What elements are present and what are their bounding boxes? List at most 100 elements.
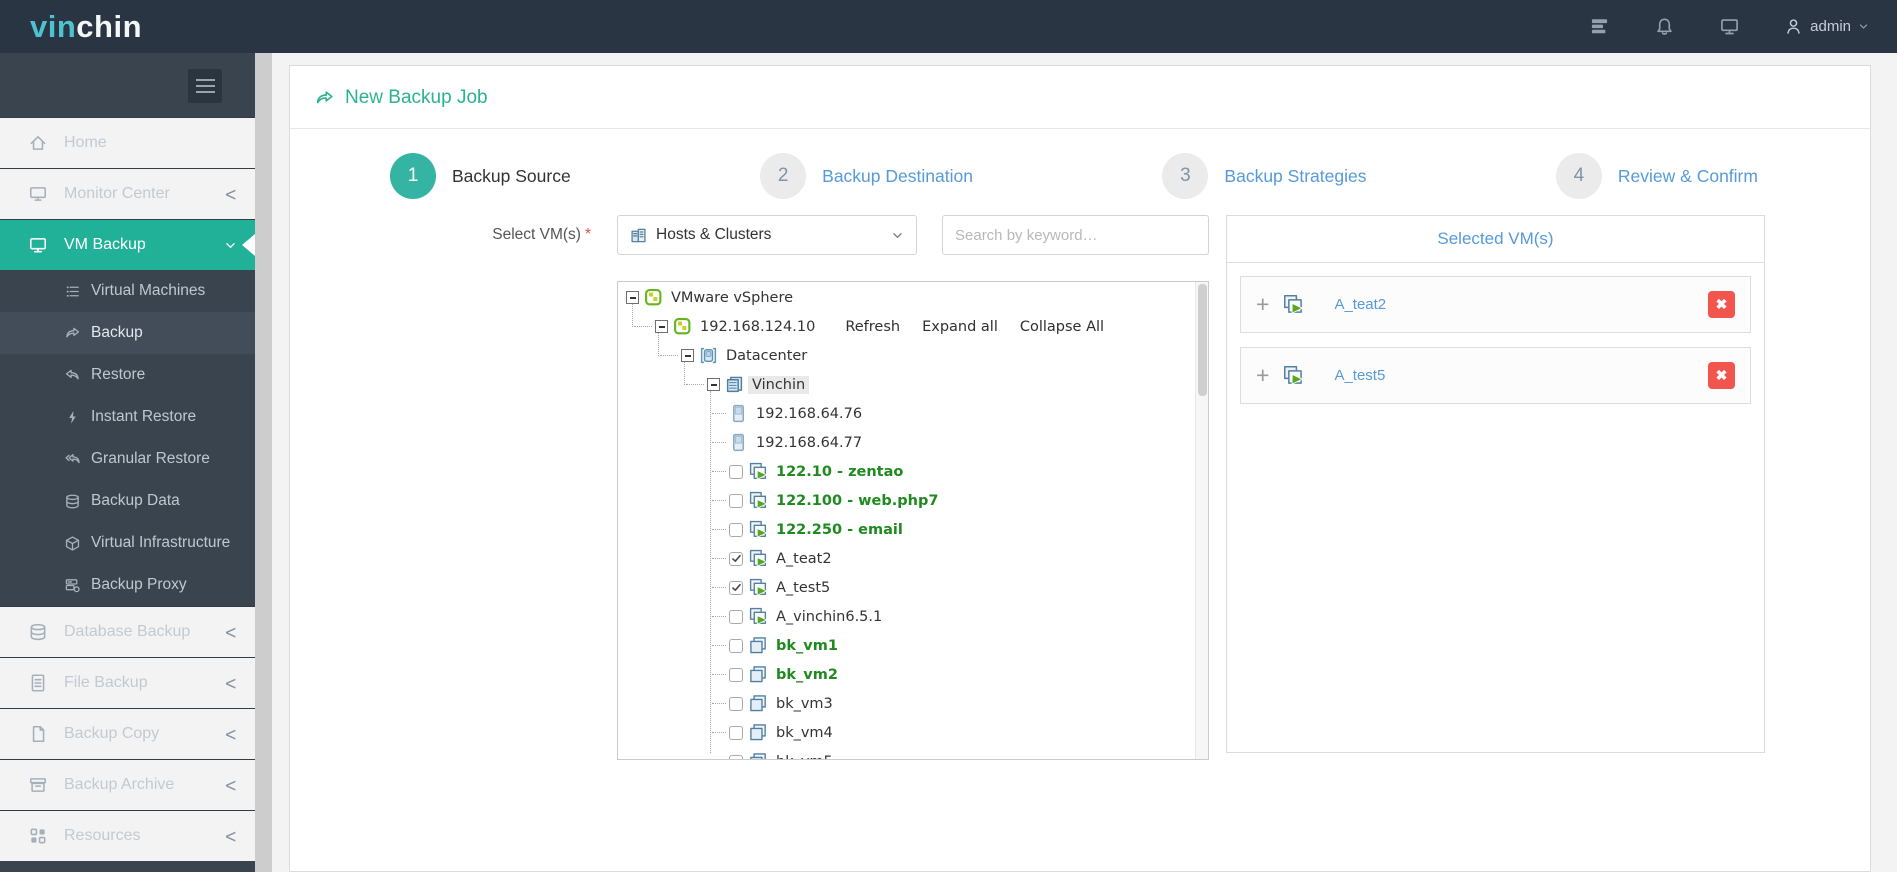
sidebar-item-virtual-infrastructure[interactable]: Virtual Infrastructure [0,522,255,564]
user-menu[interactable]: admin [1784,17,1869,36]
host-icon [729,404,748,423]
vm-checkbox[interactable] [729,464,743,479]
sidebar-item-resources[interactable]: Resources < [0,810,255,861]
tree-node-label[interactable]: bk_vm2 [772,666,842,684]
tree-guide [684,362,685,385]
tree-scrollbar[interactable] [1195,282,1208,759]
sidebar-item-label: Instant Restore [91,408,197,425]
vm-checkbox[interactable] [729,580,743,595]
sidebar-item-instant-restore[interactable]: Instant Restore [0,396,255,438]
vm-checkbox[interactable] [729,551,743,566]
vm-running-icon [749,462,768,481]
sidebar: Home Monitor Center < VM Backup Virtual Mach… [0,53,255,872]
vm-checkbox[interactable] [729,522,743,537]
vm-checkbox[interactable] [729,725,743,740]
wizard-step-1[interactable]: 1 Backup Source [390,153,571,199]
sidebar-collapse-button[interactable] [188,69,222,103]
view-type-select[interactable]: Hosts & Clusters [617,215,917,255]
tree-node-label[interactable]: bk_vm4 [772,724,837,742]
expand-all-link[interactable]: Expand all [922,319,998,335]
refresh-link[interactable]: Refresh [845,319,900,335]
card-header: New Backup Job [290,66,1870,129]
sidebar-item-vm-backup[interactable]: VM Backup [0,219,255,270]
vm-checkbox[interactable] [729,609,743,624]
sidebar-item-backup-copy[interactable]: Backup Copy < [0,708,255,759]
plus-icon[interactable]: + [1256,293,1269,316]
vm-checkbox[interactable] [729,638,743,653]
tree-node-label[interactable]: 192.168.64.76 [752,405,866,423]
share-arrow-icon [314,88,335,109]
tree-node-label[interactable]: 122.100 - web.php7 [772,492,942,510]
step-number: 4 [1555,153,1602,199]
collapse-all-link[interactable]: Collapse All [1020,319,1104,335]
expand-toggle[interactable] [655,320,668,333]
sidebar-item-home[interactable]: Home [0,117,255,168]
tree-node-label[interactable]: 192.168.64.77 [752,434,866,452]
sidebar-item-restore[interactable]: Restore [0,354,255,396]
wizard-step-3[interactable]: 3 Backup Strategies [1162,153,1366,199]
wizard-step-2[interactable]: 2 Backup Destination [760,153,973,199]
tree-node-label[interactable]: A_test5 [772,579,834,597]
vsphere-icon [673,317,692,336]
screen-icon [28,235,48,255]
chevron-left-icon: < [224,824,237,848]
chevron-down-icon [891,229,904,242]
sidebar-item-backup[interactable]: Backup [0,312,255,354]
tree-actions: Refresh Expand all Collapse All [845,319,1104,335]
vm-stopped-icon [749,665,768,684]
sidebar-item-backup-archive[interactable]: Backup Archive < [0,759,255,810]
search-input[interactable] [942,215,1209,255]
notification-bell-icon[interactable] [1654,16,1675,37]
expand-toggle[interactable] [681,349,694,362]
tree-node-label[interactable]: Vinchin [748,375,810,394]
vsphere-icon [644,288,663,307]
storage-icon[interactable] [1589,16,1610,37]
vm-running-icon [749,578,768,597]
tree-connector [712,558,726,559]
tree-node-label[interactable]: VMware vSphere [667,289,797,307]
remove-vm-button[interactable]: ✖ [1708,362,1735,389]
tree-connector [712,587,726,588]
sidebar-item-backup-data[interactable]: Backup Data [0,480,255,522]
vm-checkbox[interactable] [729,667,743,682]
remove-vm-button[interactable]: ✖ [1708,291,1735,318]
tree-node-label[interactable]: A_vinchin6.5.1 [772,608,886,626]
tree-node-label[interactable]: 192.168.124.10 [696,318,819,336]
tree-node-label[interactable]: bk_vm3 [772,695,837,713]
selected-vm-name: A_teat2 [1334,296,1387,313]
tree-row: A_test5 [618,573,1208,602]
console-screen-icon[interactable] [1719,16,1740,37]
wizard-step-4[interactable]: 4 Review & Confirm [1555,153,1758,199]
sidebar-item-granular-restore[interactable]: Granular Restore [0,438,255,480]
sidebar-item-label: Virtual Infrastructure [91,534,231,551]
tree-node-label[interactable]: A_teat2 [772,550,836,568]
sidebar-item-database-backup[interactable]: Database Backup < [0,606,255,657]
chevron-left-icon: < [224,182,237,206]
vm-checkbox[interactable] [729,493,743,508]
tree-node-label[interactable]: 122.250 - email [772,521,907,539]
tree-node-label[interactable]: bk_vm5 [772,753,837,760]
vm-checkbox[interactable] [729,696,743,711]
sidebar-item-label: Backup Copy [64,725,160,742]
vm-checkbox[interactable] [729,754,743,759]
sidebar-item-file-backup[interactable]: File Backup < [0,657,255,708]
sidebar-item-backup-proxy[interactable]: Backup Proxy [0,564,255,606]
expand-toggle[interactable] [707,378,720,391]
step-label: Backup Source [452,165,571,186]
vm-running-icon [749,549,768,568]
tree-scrollbar-thumb[interactable] [1198,284,1207,396]
tree-node-label[interactable]: Datacenter [722,347,811,365]
sidebar-item-label: Monitor Center [64,185,170,202]
tree-node-label[interactable]: bk_vm1 [772,637,842,655]
chevron-left-icon: < [224,773,237,797]
sidebar-item-label: Backup Data [91,492,180,509]
expand-toggle[interactable] [626,291,639,304]
tree-guide [710,391,711,753]
tree-row: bk_vm2 [618,660,1208,689]
tree-node-label[interactable]: 122.10 - zentao [772,463,907,481]
sidebar-item-monitor-center[interactable]: Monitor Center < [0,168,255,219]
vm-running-icon [749,520,768,539]
plus-icon[interactable]: + [1256,364,1269,387]
chevron-left-icon: < [224,620,237,644]
sidebar-item-virtual-machines[interactable]: Virtual Machines [0,270,255,312]
